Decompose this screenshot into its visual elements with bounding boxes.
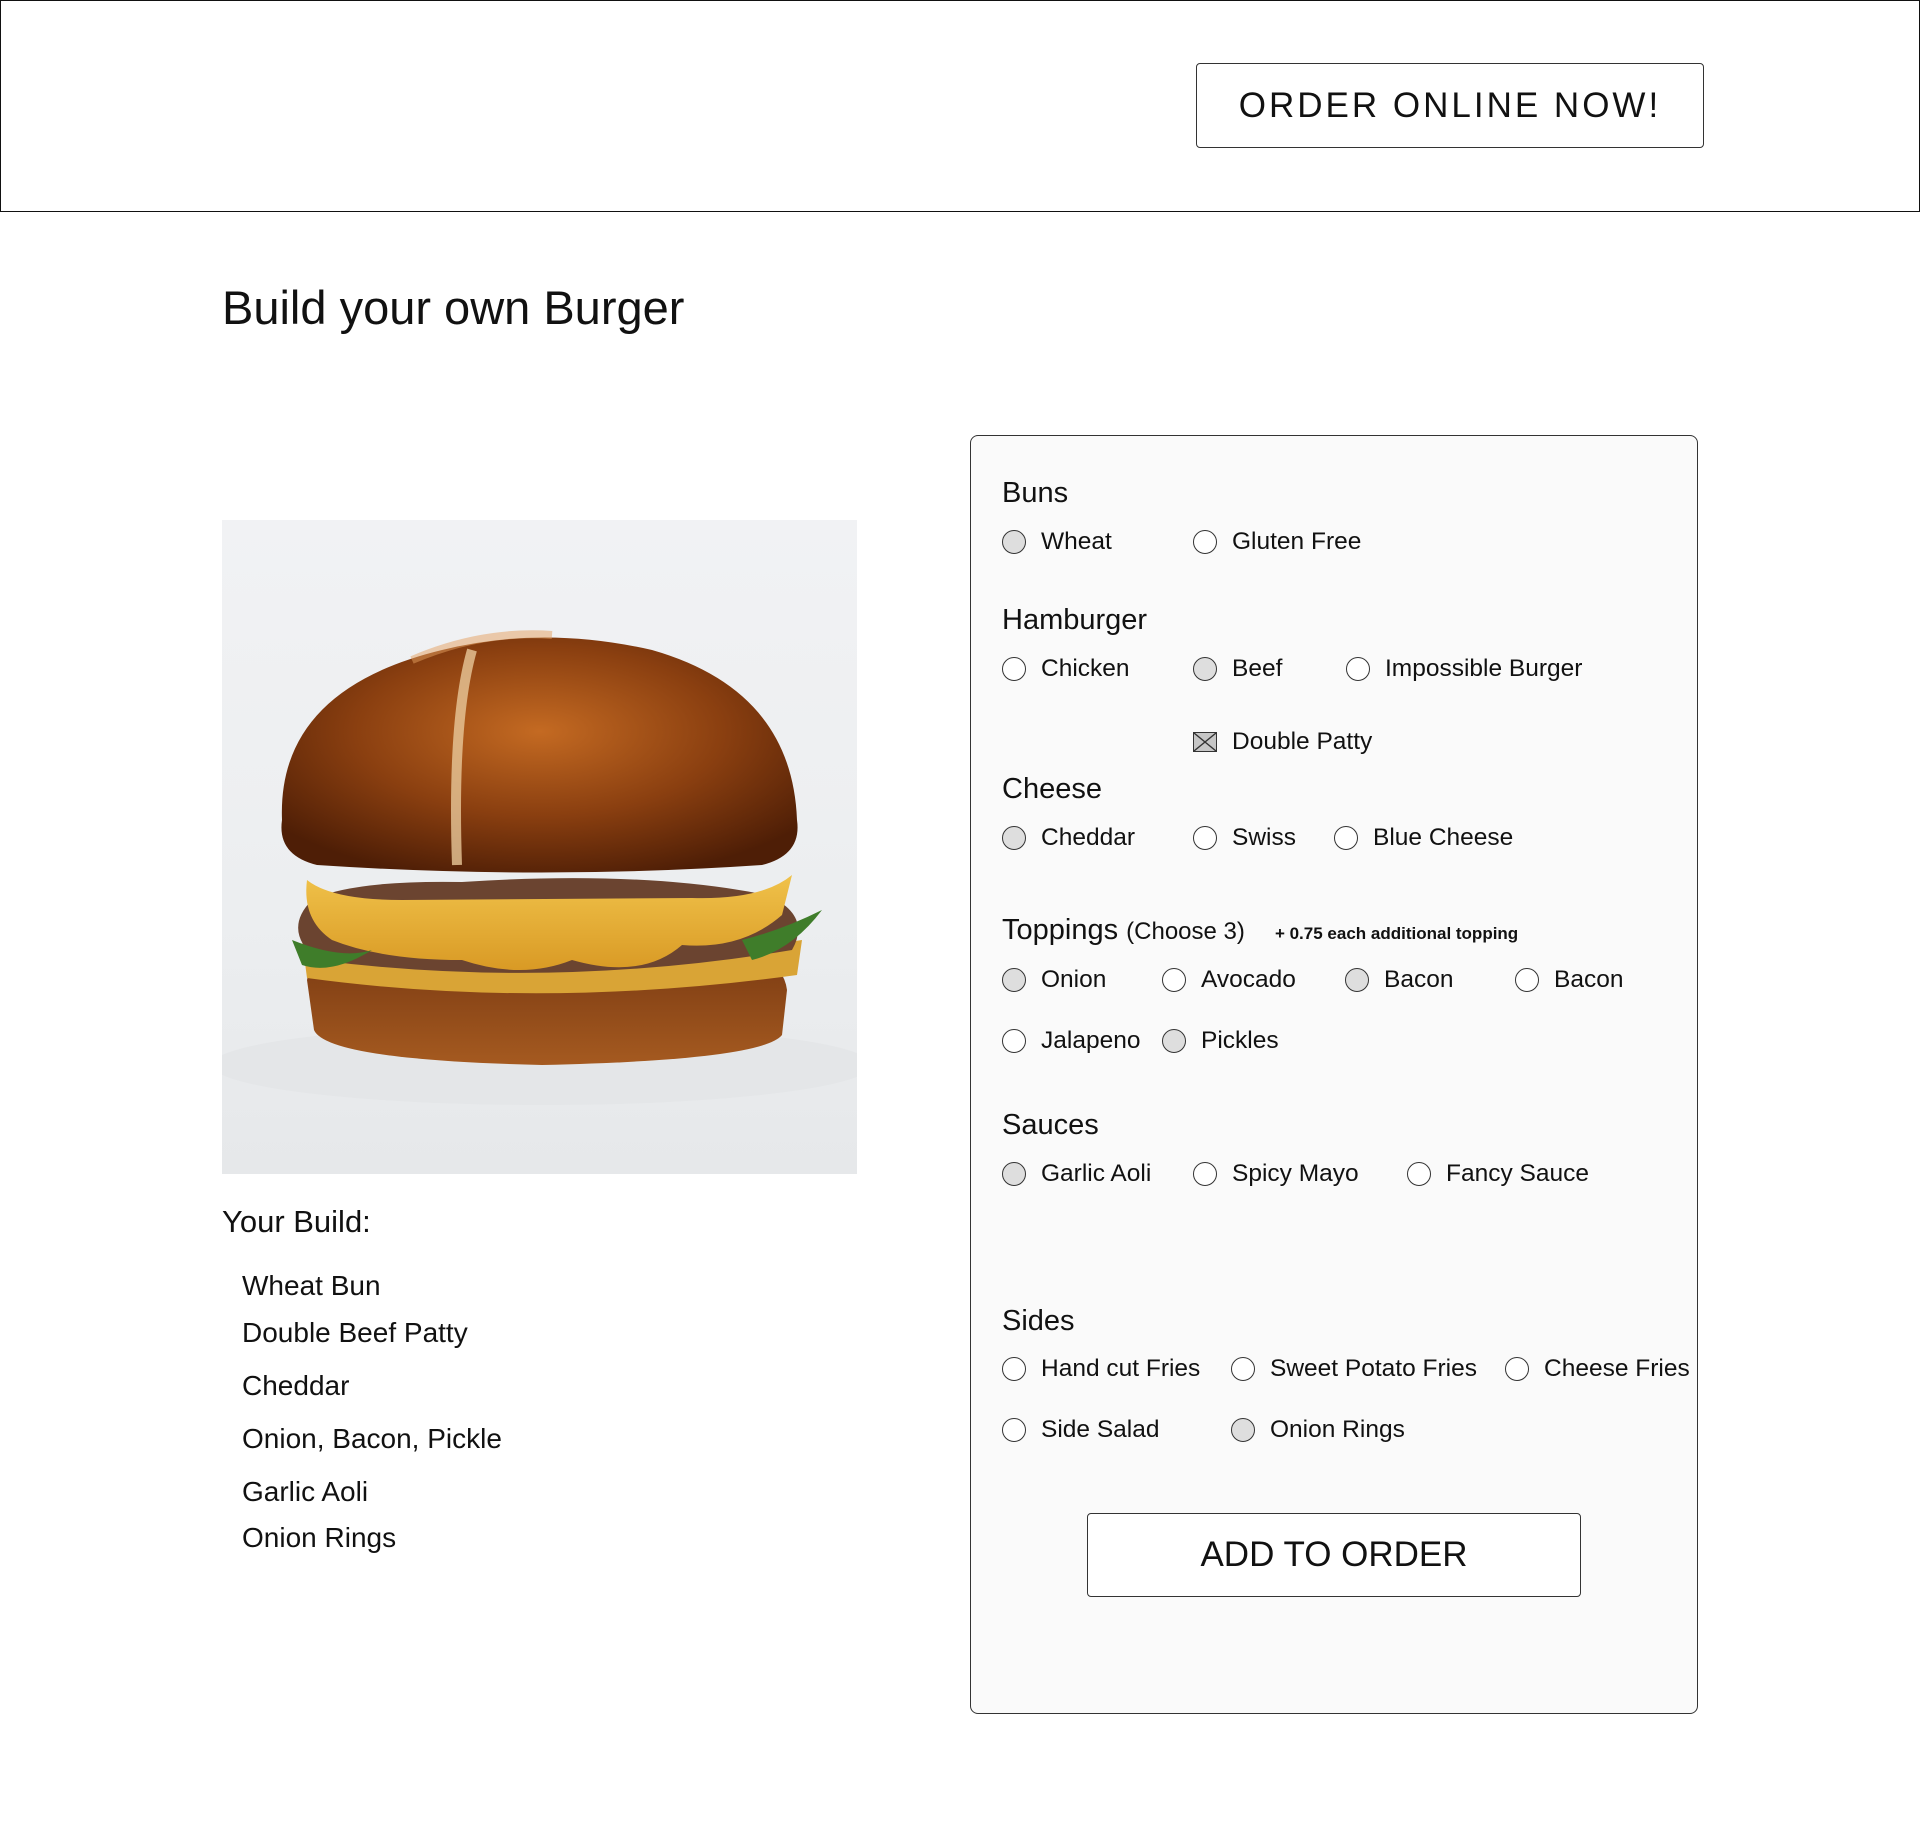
burger-illustration xyxy=(222,630,857,1105)
radio-selected-icon[interactable] xyxy=(1002,530,1026,554)
radio-icon[interactable] xyxy=(1515,968,1539,992)
sides-title: Sides xyxy=(1002,1305,1075,1337)
topping-option-onion[interactable]: Onion xyxy=(1002,966,1106,994)
sauce-option-spicy-mayo[interactable]: Spicy Mayo xyxy=(1193,1160,1359,1188)
sauce-option-fancy-sauce[interactable]: Fancy Sauce xyxy=(1407,1160,1589,1188)
build-item-sauce: Garlic Aoli xyxy=(242,1476,369,1507)
toppings-price-note: + 0.75 each additional topping xyxy=(1274,924,1519,943)
radio-selected-icon[interactable] xyxy=(1002,826,1026,850)
side-option-side-salad[interactable]: Side Salad xyxy=(1002,1416,1160,1444)
option-label: Gluten Free xyxy=(1232,528,1362,555)
build-item-toppings: Onion, Bacon, Pickle xyxy=(242,1423,502,1454)
option-label: Onion xyxy=(1041,966,1107,993)
option-label: Fancy Sauce xyxy=(1446,1160,1589,1187)
radio-icon[interactable] xyxy=(1407,1162,1431,1186)
radio-selected-icon[interactable] xyxy=(1231,1418,1255,1442)
cheese-option-swiss[interactable]: Swiss xyxy=(1193,824,1296,852)
option-label: Beef xyxy=(1232,655,1283,682)
radio-selected-icon[interactable] xyxy=(1002,1162,1026,1186)
option-label: Bacon xyxy=(1384,966,1454,993)
radio-icon[interactable] xyxy=(1334,826,1358,850)
option-label: Bacon xyxy=(1554,966,1624,993)
page-title: Build your own Burger xyxy=(222,281,685,334)
option-label: Avocado xyxy=(1201,966,1296,993)
double-patty-checkbox[interactable]: Double Patty xyxy=(1193,728,1372,756)
option-label: Cheddar xyxy=(1041,824,1135,851)
option-label: Double Patty xyxy=(1232,728,1373,755)
build-item-side: Onion Rings xyxy=(242,1522,397,1553)
cheese-title: Cheese xyxy=(1002,773,1102,805)
radio-icon[interactable] xyxy=(1002,1357,1026,1381)
radio-icon[interactable] xyxy=(1505,1357,1529,1381)
sauces-title: Sauces xyxy=(1002,1109,1099,1141)
toppings-subtitle: (Choose 3) xyxy=(1126,918,1245,945)
option-label: Onion Rings xyxy=(1270,1416,1405,1443)
add-to-order-button[interactable]: ADD TO ORDER xyxy=(1087,1513,1581,1597)
radio-icon[interactable] xyxy=(1346,657,1370,681)
radio-icon[interactable] xyxy=(1193,1162,1217,1186)
option-label: Side Salad xyxy=(1041,1416,1160,1443)
your-build-title: Your Build: xyxy=(222,1204,371,1239)
option-label: Chicken xyxy=(1041,655,1130,682)
radio-icon[interactable] xyxy=(1231,1357,1255,1381)
toppings-title-text: Toppings xyxy=(1002,914,1119,946)
patty-option-beef[interactable]: Beef xyxy=(1193,655,1282,683)
option-label: Wheat xyxy=(1041,528,1112,555)
topping-option-bacon-2[interactable]: Bacon xyxy=(1515,966,1623,994)
radio-icon[interactable] xyxy=(1162,968,1186,992)
topping-option-bacon[interactable]: Bacon xyxy=(1345,966,1453,994)
build-item-bun: Wheat Bun xyxy=(242,1270,381,1301)
bun-option-gluten-free[interactable]: Gluten Free xyxy=(1193,528,1361,556)
radio-selected-icon[interactable] xyxy=(1002,968,1026,992)
topping-option-avocado[interactable]: Avocado xyxy=(1162,966,1296,994)
side-option-sweet-potato-fries[interactable]: Sweet Potato Fries xyxy=(1231,1355,1477,1383)
burger-image xyxy=(222,520,857,1174)
patty-option-chicken[interactable]: Chicken xyxy=(1002,655,1130,683)
order-online-button[interactable]: ORDER ONLINE NOW! xyxy=(1196,63,1704,148)
radio-selected-icon[interactable] xyxy=(1193,657,1217,681)
bun-option-wheat[interactable]: Wheat xyxy=(1002,528,1112,556)
radio-icon[interactable] xyxy=(1193,530,1217,554)
option-label: Impossible Burger xyxy=(1385,655,1583,682)
build-item-cheese: Cheddar xyxy=(242,1370,350,1401)
radio-icon[interactable] xyxy=(1002,1418,1026,1442)
cheese-option-blue[interactable]: Blue Cheese xyxy=(1334,824,1513,852)
radio-selected-icon[interactable] xyxy=(1345,968,1369,992)
build-item-patty: Double Beef Patty xyxy=(242,1317,468,1348)
toppings-title: Toppings (Choose 3) + 0.75 each addition… xyxy=(1002,914,1518,947)
cheese-option-cheddar[interactable]: Cheddar xyxy=(1002,824,1135,852)
hamburger-title: Hamburger xyxy=(1002,604,1148,636)
header-bar: ORDER ONLINE NOW! xyxy=(0,0,1920,212)
option-label: Pickles xyxy=(1201,1027,1279,1054)
option-label: Spicy Mayo xyxy=(1232,1160,1359,1187)
radio-icon[interactable] xyxy=(1002,1029,1026,1053)
side-option-hand-cut-fries[interactable]: Hand cut Fries xyxy=(1002,1355,1200,1383)
side-option-onion-rings[interactable]: Onion Rings xyxy=(1231,1416,1405,1444)
option-label: Cheese Fries xyxy=(1544,1355,1690,1382)
option-label: Blue Cheese xyxy=(1373,824,1514,851)
topping-option-jalapeno[interactable]: Jalapeno xyxy=(1002,1027,1140,1055)
side-option-cheese-fries[interactable]: Cheese Fries xyxy=(1505,1355,1690,1383)
patty-option-impossible[interactable]: Impossible Burger xyxy=(1346,655,1582,683)
radio-icon[interactable] xyxy=(1193,826,1217,850)
topping-option-pickles[interactable]: Pickles xyxy=(1162,1027,1279,1055)
checkbox-checked-icon[interactable] xyxy=(1193,732,1217,752)
option-label: Hand cut Fries xyxy=(1041,1355,1201,1382)
option-label: Jalapeno xyxy=(1041,1027,1141,1054)
buns-title: Buns xyxy=(1002,477,1069,509)
radio-selected-icon[interactable] xyxy=(1162,1029,1186,1053)
option-label: Swiss xyxy=(1232,824,1296,851)
sauce-option-garlic-aoli[interactable]: Garlic Aoli xyxy=(1002,1160,1151,1188)
radio-icon[interactable] xyxy=(1002,657,1026,681)
option-label: Sweet Potato Fries xyxy=(1270,1355,1477,1382)
option-label: Garlic Aoli xyxy=(1041,1160,1152,1187)
